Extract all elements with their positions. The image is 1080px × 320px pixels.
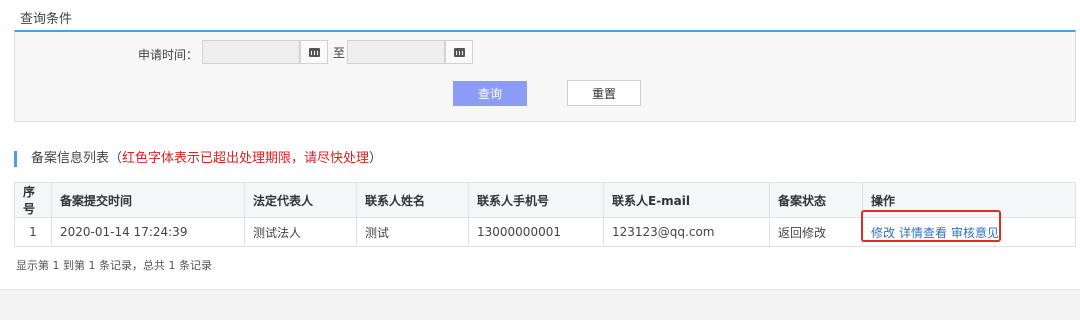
- edit-link[interactable]: 修改: [871, 226, 895, 240]
- list-title-text: 备案信息列表（: [31, 151, 123, 166]
- cell-phone: 13000000001: [468, 217, 604, 247]
- overdue-warning-text: 红色字体表示已超出处理期限，请尽快处理: [122, 151, 370, 166]
- records-table: 序号 备案提交时间 法定代表人 联系人姓名 联系人手机号 联系人E-mail 备…: [14, 182, 1076, 247]
- view-details-link[interactable]: 详情查看: [899, 226, 947, 240]
- list-title: 备案信息列表（红色字体表示已超出处理期限，请尽快处理）: [14, 151, 382, 167]
- end-date-input[interactable]: [347, 40, 445, 64]
- cell-actions: 修改 详情查看 审核意见: [862, 217, 1076, 247]
- calendar-icon: [453, 47, 465, 57]
- col-actions: 操作: [862, 182, 1076, 218]
- reset-button[interactable]: 重置: [567, 80, 641, 106]
- col-status: 备案状态: [769, 182, 863, 218]
- apply-time-label: 申请时间：: [138, 48, 199, 62]
- table-row: 1 2020-01-14 17:24:39 测试法人 测试 1300000000…: [14, 217, 1076, 247]
- query-section-title: 查询条件: [20, 12, 73, 27]
- col-submit-time: 备案提交时间: [51, 182, 245, 218]
- col-index: 序号: [14, 182, 52, 218]
- table-header-row: 序号 备案提交时间 法定代表人 联系人姓名 联系人手机号 联系人E-mail 备…: [14, 182, 1076, 218]
- cell-index: 1: [14, 217, 52, 247]
- start-date-calendar-button[interactable]: [300, 40, 328, 64]
- list-title-close: ）: [369, 151, 383, 166]
- range-separator: 至: [333, 46, 346, 60]
- calendar-icon: [308, 47, 320, 57]
- pagination-summary: 显示第 1 到第 1 条记录，总共 1 条记录: [16, 259, 212, 272]
- start-date-input[interactable]: [202, 40, 300, 64]
- bottom-band: [0, 289, 1080, 320]
- cell-status: 返回修改: [769, 217, 863, 247]
- cell-email: 123123@qq.com: [603, 217, 770, 247]
- cell-contact-name: 测试: [356, 217, 469, 247]
- cell-legal-rep: 测试法人: [244, 217, 357, 247]
- cell-submit-time: 2020-01-14 17:24:39: [51, 217, 245, 247]
- end-date-calendar-button[interactable]: [445, 40, 473, 64]
- search-button[interactable]: 查询: [453, 81, 527, 106]
- review-comments-link[interactable]: 审核意见: [951, 226, 999, 240]
- col-contact-name: 联系人姓名: [356, 182, 469, 218]
- col-phone: 联系人手机号: [468, 182, 604, 218]
- col-legal-rep: 法定代表人: [244, 182, 357, 218]
- query-panel: 申请时间： 至 查询 重置: [14, 30, 1076, 122]
- col-email: 联系人E-mail: [603, 182, 770, 218]
